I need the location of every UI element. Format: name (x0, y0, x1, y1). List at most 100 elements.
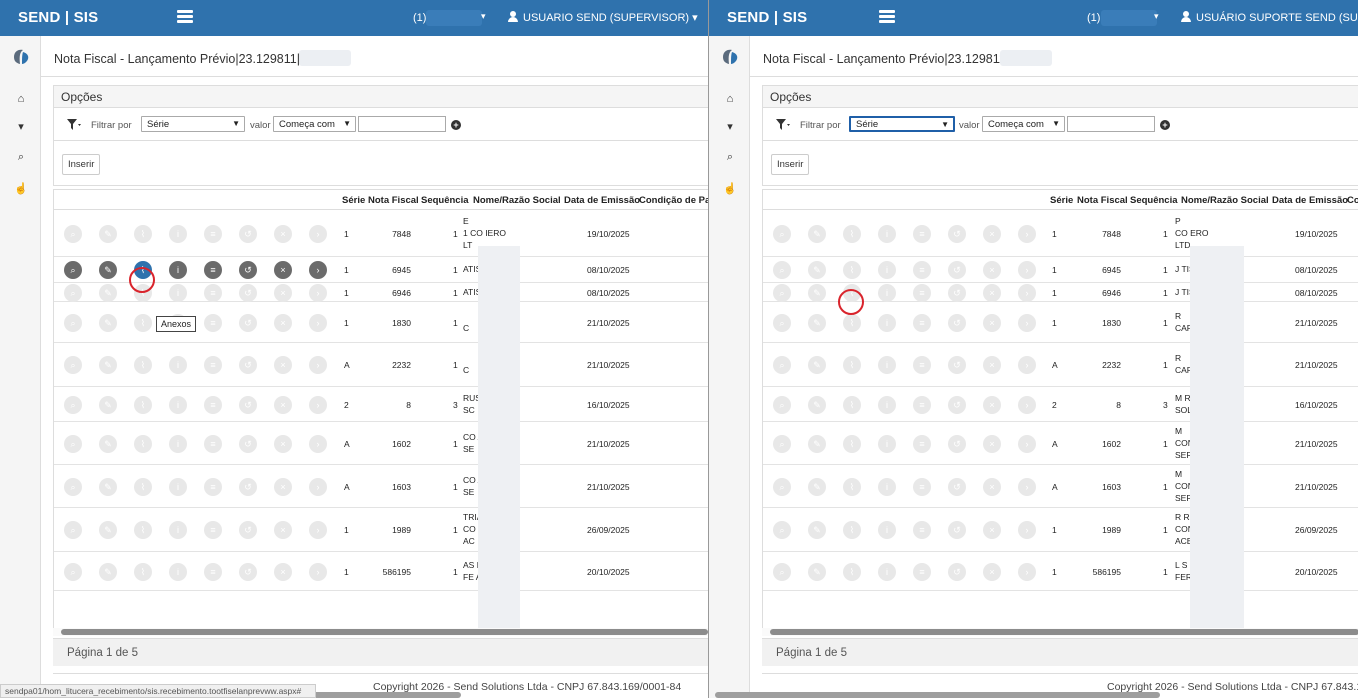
col-nota-fiscal[interactable]: Nota Fiscal (368, 195, 419, 206)
details-button[interactable]: ≡ (204, 478, 222, 496)
table-row[interactable]: ⌕✎⌇i≡↺×›11989126/09/2025R RIA DECONACE (763, 508, 1358, 552)
cancel-button[interactable]: × (274, 521, 292, 539)
edit-button[interactable]: ✎ (808, 356, 826, 374)
history-button[interactable]: ↺ (948, 284, 966, 302)
table-row[interactable]: ⌕✎⌇i≡↺×›28316/10/2025 RUSSOSC (54, 387, 708, 422)
info-button[interactable]: i (169, 521, 187, 539)
edit-button[interactable]: ✎ (808, 563, 826, 581)
next-button[interactable]: › (1018, 284, 1036, 302)
info-button[interactable]: i (878, 563, 896, 581)
col-condicao[interactable]: Condição de Pa (639, 195, 708, 206)
details-button[interactable]: ≡ (913, 356, 931, 374)
details-button[interactable]: ≡ (913, 478, 931, 496)
info-button[interactable]: i (169, 261, 187, 279)
table-row[interactable]: ⌕✎⌇i≡↺×›A1602121/10/2025CO AS ESE (54, 422, 708, 465)
cancel-button[interactable]: × (983, 314, 1001, 332)
next-button[interactable]: › (309, 478, 327, 496)
cart-icon[interactable]: ▾ (723, 120, 737, 134)
edit-button[interactable]: ✎ (99, 225, 117, 243)
edit-button[interactable]: ✎ (99, 396, 117, 414)
info-button[interactable]: i (878, 521, 896, 539)
details-button[interactable]: ≡ (204, 563, 222, 581)
view-button[interactable]: ⌕ (64, 225, 82, 243)
details-button[interactable]: ≡ (913, 314, 931, 332)
info-button[interactable]: i (878, 261, 896, 279)
next-button[interactable]: › (309, 261, 327, 279)
history-button[interactable]: ↺ (948, 314, 966, 332)
next-button[interactable]: › (309, 284, 327, 302)
attachments-button[interactable]: ⌇ (843, 435, 861, 453)
history-button[interactable]: ↺ (948, 396, 966, 414)
history-button[interactable]: ↺ (948, 225, 966, 243)
history-button[interactable]: ↺ (948, 563, 966, 581)
edit-button[interactable]: ✎ (99, 261, 117, 279)
table-row[interactable]: ⌕✎⌇i≡↺×›A1603121/10/2025CO AS ESE (54, 465, 708, 508)
cancel-button[interactable]: × (983, 261, 1001, 279)
cancel-button[interactable]: × (274, 225, 292, 243)
search-icon[interactable]: ⌕ (723, 150, 737, 164)
view-button[interactable]: ⌕ (64, 261, 82, 279)
next-button[interactable]: › (309, 563, 327, 581)
cancel-button[interactable]: × (274, 356, 292, 374)
next-button[interactable]: › (1018, 563, 1036, 581)
table-row[interactable]: ⌕ ✎ ⌇ i ≡ ↺ × › A 2232 1 21/10/2025 R CAR (763, 343, 1358, 387)
history-button[interactable]: ↺ (239, 356, 257, 374)
filter-icon[interactable] (67, 119, 81, 131)
next-button[interactable]: › (1018, 225, 1036, 243)
info-button[interactable]: i (169, 225, 187, 243)
thumbs-up-icon[interactable]: ☝ (14, 182, 28, 196)
edit-button[interactable]: ✎ (808, 521, 826, 539)
table-row[interactable]: ⌕✎⌇i≡↺×›A1603121/10/2025MCON S ESER (763, 465, 1358, 508)
table-row[interactable]: ⌕ ✎ ⌇ i ≡ ↺ × › 1 586195 1 20/10/2025 L S E FER (763, 552, 1358, 591)
history-button[interactable]: ↺ (239, 284, 257, 302)
attachments-button[interactable]: ⌇ (843, 563, 861, 581)
details-button[interactable]: ≡ (204, 435, 222, 453)
attachments-button[interactable]: ⌇ (134, 225, 152, 243)
col-serie[interactable]: Série (1050, 195, 1073, 206)
info-button[interactable]: i (169, 563, 187, 581)
table-row[interactable]: ⌕✎⌇i≡↺×›11989126/09/2025 TRIA DECOAC (54, 508, 708, 552)
history-button[interactable]: ↺ (239, 396, 257, 414)
cancel-button[interactable]: × (274, 396, 292, 414)
attachments-button[interactable]: ⌇ (134, 314, 152, 332)
table-row[interactable]: ⌕✎⌇i≡↺×›11830121/10/2025C (54, 302, 708, 343)
next-button[interactable]: › (309, 225, 327, 243)
table-row[interactable]: ⌕ ✎ ⌇ i ≡ ↺ × › 1 7848 1 19/10/2025 P CO ERO LTD (763, 210, 1358, 257)
edit-button[interactable]: ✎ (808, 261, 826, 279)
history-button[interactable]: ↺ (239, 314, 257, 332)
col-serie[interactable]: Série (342, 195, 365, 206)
history-button[interactable]: ↺ (948, 521, 966, 539)
next-button[interactable]: › (309, 314, 327, 332)
view-button[interactable]: ⌕ (773, 261, 791, 279)
next-button[interactable]: › (1018, 478, 1036, 496)
edit-button[interactable]: ✎ (808, 435, 826, 453)
col-sequencia[interactable]: Sequência (1130, 195, 1178, 206)
view-button[interactable]: ⌕ (64, 356, 82, 374)
edit-button[interactable]: ✎ (99, 314, 117, 332)
menu-icon[interactable] (177, 10, 193, 24)
edit-button[interactable]: ✎ (99, 478, 117, 496)
view-button[interactable]: ⌕ (773, 284, 791, 302)
info-button[interactable]: i (878, 478, 896, 496)
history-button[interactable]: ↺ (239, 563, 257, 581)
history-button[interactable]: ↺ (239, 261, 257, 279)
attachments-button[interactable]: ⌇ (843, 396, 861, 414)
edit-button[interactable]: ✎ (99, 356, 117, 374)
page-scrollbar-thumb[interactable] (715, 692, 1160, 698)
user-menu[interactable]: USUÁRIO SUPORTE SEND (SUP (1181, 11, 1358, 24)
filter-field-select[interactable]: Série ▼ (849, 116, 955, 132)
attachments-button[interactable]: ⌇ (134, 356, 152, 374)
attachments-button[interactable]: ⌇ (134, 521, 152, 539)
history-button[interactable]: ↺ (948, 435, 966, 453)
details-button[interactable]: ≡ (913, 261, 931, 279)
view-button[interactable]: ⌕ (64, 314, 82, 332)
cart-icon[interactable]: ▾ (14, 120, 28, 134)
add-filter-button[interactable]: + (451, 120, 461, 130)
details-button[interactable]: ≡ (204, 396, 222, 414)
filter-mode-select[interactable]: Começa com ▼ (982, 116, 1065, 132)
details-button[interactable]: ≡ (913, 521, 931, 539)
col-nome[interactable]: Nome/Razão Social (473, 195, 561, 206)
attachments-button[interactable]: ⌇ (843, 356, 861, 374)
details-button[interactable]: ≡ (204, 261, 222, 279)
next-button[interactable]: › (309, 435, 327, 453)
